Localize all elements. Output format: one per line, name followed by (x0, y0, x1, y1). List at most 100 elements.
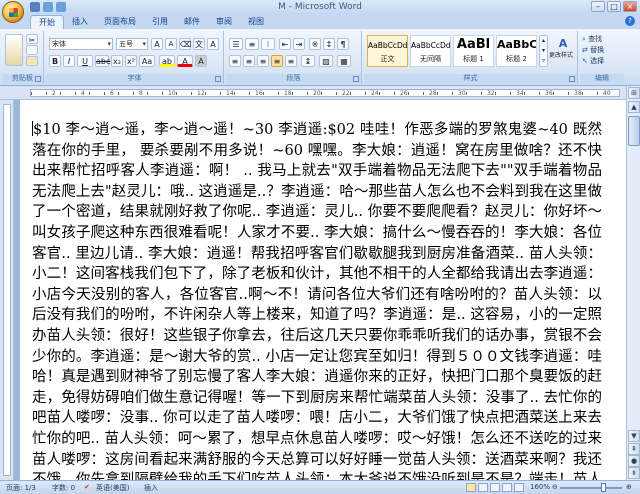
paste-icon[interactable] (5, 34, 23, 66)
ruler-number: 36 (545, 90, 553, 97)
insert-mode[interactable]: 插入 (144, 483, 158, 493)
format-painter-icon[interactable] (26, 56, 38, 66)
horizontal-ruler[interactable]: 2 4 6 8 10 12 14 16 18 20 22 24 26 28 30 32 34 36 38 40 (0, 86, 640, 100)
align-center-icon[interactable]: ≡ (243, 55, 255, 67)
align-left-icon[interactable]: ≡ (229, 55, 241, 67)
vertical-ruler-track (3, 104, 11, 476)
style-heading-2[interactable]: AaBbC 标题 2 (496, 35, 537, 67)
styles-launcher-icon[interactable] (569, 76, 575, 82)
underline-icon[interactable]: U (77, 55, 93, 67)
highlight-icon[interactable]: ab (159, 55, 175, 67)
style-heading-1[interactable]: AaBl 标题 1 (453, 35, 494, 67)
ruler-tick (335, 92, 337, 95)
minimize-icon[interactable]: – (591, 1, 605, 12)
justify-icon[interactable]: ≡ (271, 55, 283, 67)
change-case-icon[interactable]: Aa (139, 55, 155, 67)
grow-font-icon[interactable]: A (151, 38, 163, 50)
scroll-up-icon[interactable]: ▲ (628, 101, 640, 113)
multilevel-list-icon[interactable]: ⁝ (261, 38, 275, 50)
tab-home[interactable]: 开始 (30, 15, 64, 29)
borders-icon[interactable]: ▦ (337, 55, 351, 67)
show-marks-icon[interactable]: ¶ (337, 38, 349, 50)
full-screen-reading-view-icon[interactable] (478, 483, 488, 492)
help-icon[interactable]: ? (625, 16, 635, 26)
close-icon[interactable]: × (623, 1, 637, 12)
outline-view-icon[interactable] (502, 483, 512, 492)
bullets-icon[interactable]: ☰ (229, 38, 243, 50)
phonetic-icon[interactable]: 文 (193, 38, 205, 50)
clear-format-icon[interactable]: ⌫ (179, 38, 191, 50)
language-indicator[interactable]: 英语(美国) (96, 483, 129, 493)
tab-view[interactable]: 视图 (240, 15, 272, 29)
page-count[interactable]: 页面: 1/3 (6, 483, 36, 493)
ruler-toggle-icon[interactable]: ⊞ (628, 87, 640, 99)
draft-view-icon[interactable] (514, 483, 524, 492)
increase-indent-icon[interactable]: ⇥ (293, 38, 305, 50)
copy-icon[interactable] (26, 45, 38, 55)
zoom-slider-knob[interactable] (601, 483, 607, 492)
ruler-number: 12 (197, 90, 205, 97)
change-styles-button[interactable]: A 更改样式 (549, 35, 575, 67)
font-size-combo[interactable]: 五号 (116, 38, 148, 50)
scroll-thumb[interactable] (628, 116, 640, 146)
clipboard-launcher-icon[interactable] (35, 76, 41, 82)
tab-insert[interactable]: 插入 (64, 15, 96, 29)
ruler-number: 32 (487, 90, 495, 97)
line-spacing-icon[interactable]: ↨ (301, 55, 315, 67)
proofing-icon[interactable]: ✔ (84, 483, 90, 491)
office-button[interactable] (2, 1, 24, 23)
document-page[interactable]: $10 李～逍～遥，李～逍～遥！~30 李逍遥:$02 哇哇！作恶多端的罗煞鬼婆… (20, 100, 626, 480)
web-layout-view-icon[interactable] (490, 483, 500, 492)
shading-icon[interactable]: ▨ (319, 55, 333, 67)
select-button[interactable]: ↖ 选择 (582, 56, 604, 66)
tab-references[interactable]: 引用 (144, 15, 176, 29)
tab-review[interactable]: 审阅 (208, 15, 240, 29)
scroll-down-icon[interactable]: ▼ (628, 430, 640, 442)
styles-scroll-icon[interactable]: ▴ ▾ ▿ (539, 35, 548, 67)
strikethrough-icon[interactable]: abc (95, 55, 110, 67)
superscript-icon[interactable]: x² (125, 55, 137, 67)
zoom-level[interactable]: 160% (530, 483, 550, 491)
align-right-icon[interactable]: ≡ (257, 55, 269, 67)
vertical-scrollbar[interactable]: ⊞ ▲ ▼ ⇞ ● ⇟ (626, 86, 640, 480)
numbering-icon[interactable]: ≡ (245, 38, 259, 50)
ruler-number: 38 (574, 90, 582, 97)
zoom-slider[interactable] (560, 487, 622, 489)
ruler-number: 22 (342, 90, 350, 97)
browse-object-icon[interactable]: ● (628, 455, 640, 467)
bold-icon[interactable]: B (49, 55, 61, 67)
ruler-tick (205, 92, 206, 95)
shrink-font-icon[interactable]: A (165, 38, 177, 50)
maximize-icon[interactable]: □ (607, 1, 621, 12)
font-name-combo[interactable]: 宋体 (49, 38, 113, 50)
document-text: $10 李～逍～遥，李～逍～遥！~30 李逍遥:$02 哇哇！作恶多端的罗煞鬼婆… (32, 122, 602, 480)
chinese-layout-icon[interactable]: ※ (309, 38, 321, 50)
paragraph-launcher-icon[interactable] (353, 76, 359, 82)
cut-icon[interactable]: ✂ (26, 34, 38, 45)
vertical-ruler[interactable] (0, 100, 14, 480)
tab-page-layout[interactable]: 页面布局 (96, 15, 144, 29)
print-layout-view-icon[interactable] (466, 483, 476, 492)
zoom-out-icon[interactable]: ⊖ (552, 483, 558, 491)
char-border-icon[interactable]: A (207, 38, 219, 50)
font-color-icon[interactable]: A (177, 55, 193, 67)
document-body[interactable]: $10 李～逍～遥，李～逍～遥！~30 李逍遥:$02 哇哇！作恶多端的罗煞鬼婆… (32, 120, 602, 480)
decrease-indent-icon[interactable]: ⇤ (279, 38, 291, 50)
ruler-tick (509, 92, 511, 95)
ruler-tick (74, 92, 76, 95)
style-no-spacing[interactable]: AaBbCcDd 无间隔 (410, 35, 451, 67)
zoom-in-icon[interactable]: ⊕ (626, 483, 632, 491)
tab-mailings[interactable]: 邮件 (176, 15, 208, 29)
sort-icon[interactable]: ↕ (323, 38, 335, 50)
previous-page-icon[interactable]: ⇞ (628, 443, 640, 455)
find-button[interactable]: ⌕ 查找 (582, 34, 602, 44)
distributed-icon[interactable]: ≡ (285, 55, 297, 67)
next-page-icon[interactable]: ⇟ (628, 467, 640, 479)
subscript-icon[interactable]: x₂ (111, 55, 123, 67)
word-count[interactable]: 字数: 0 (52, 483, 75, 493)
char-shading-icon[interactable]: A (195, 55, 207, 67)
italic-icon[interactable]: I (63, 55, 75, 67)
style-normal[interactable]: AaBbCcDd 正文 (367, 35, 408, 67)
replace-button[interactable]: ⇄ 替换 (582, 45, 604, 55)
font-launcher-icon[interactable] (215, 76, 221, 82)
